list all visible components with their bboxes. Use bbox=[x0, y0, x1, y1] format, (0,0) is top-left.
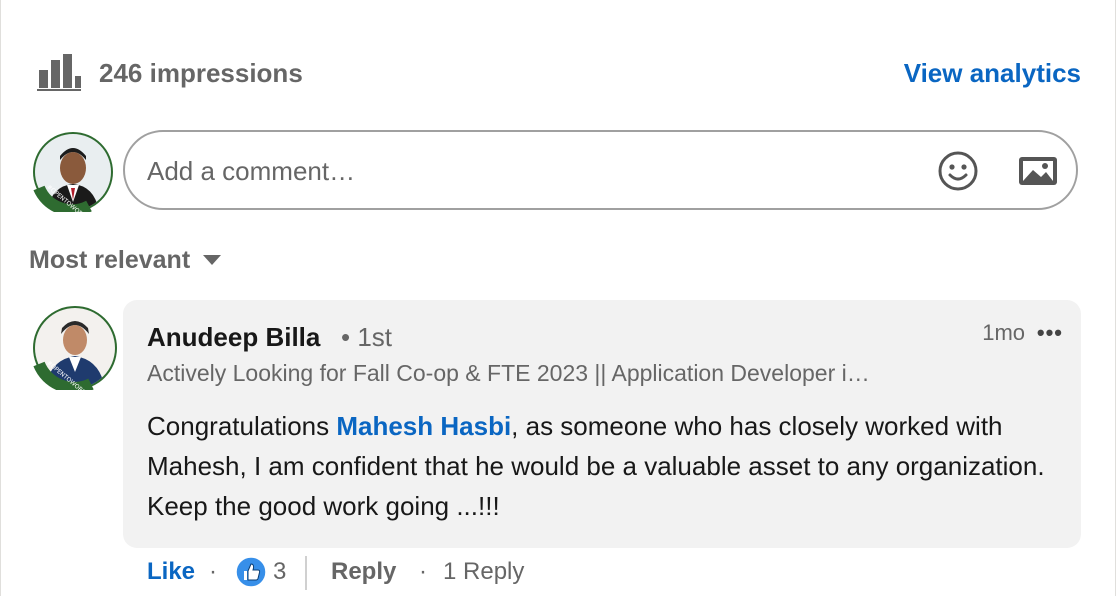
like-button[interactable]: Like bbox=[147, 558, 195, 586]
reply-button[interactable]: Reply bbox=[331, 558, 396, 586]
post-footer-panel: 246 impressions View analytics #OPENTOWO… bbox=[0, 0, 1116, 596]
comment-timestamp: 1mo bbox=[982, 320, 1025, 345]
comment-bubble: Anudeep Billa • 1st 1mo ••• Actively Loo… bbox=[123, 300, 1081, 548]
bar-chart-icon bbox=[37, 54, 81, 91]
reaction-count[interactable]: 3 bbox=[273, 558, 286, 586]
impressions-count: 246 impressions bbox=[99, 58, 303, 88]
thumbs-up-icon bbox=[235, 556, 267, 588]
mention-link[interactable]: Mahesh Hasbi bbox=[336, 411, 511, 441]
smiley-face-icon[interactable] bbox=[937, 150, 979, 192]
author-headline: Actively Looking for Fall Co-op & FTE 20… bbox=[147, 360, 870, 386]
more-options-icon[interactable]: ••• bbox=[1037, 320, 1063, 346]
view-analytics-link[interactable]: View analytics bbox=[904, 58, 1081, 89]
comment-placeholder: Add a comment… bbox=[147, 156, 356, 186]
impressions-row: 246 impressions View analytics bbox=[37, 52, 1081, 96]
sort-comments-dropdown[interactable]: Most relevant bbox=[29, 246, 223, 275]
sort-label: Most relevant bbox=[29, 246, 191, 274]
caret-down-icon bbox=[203, 255, 222, 266]
comment-author-name[interactable]: Anudeep Billa bbox=[147, 322, 320, 353]
comment-text: Congratulations Mahesh Hasbi, as someone… bbox=[147, 406, 1057, 526]
current-user-avatar[interactable]: #OPENTOWORK bbox=[33, 132, 113, 212]
reply-count-link[interactable]: 1 Reply bbox=[443, 558, 524, 586]
comment-text-start: Congratulations bbox=[147, 411, 337, 441]
comment-input[interactable]: Add a comment… bbox=[123, 130, 1078, 210]
commenter-avatar[interactable]: #OPENTOWORK bbox=[33, 306, 117, 390]
separator-dot: · bbox=[419, 558, 427, 585]
separator-dot: · bbox=[209, 558, 217, 585]
action-divider bbox=[305, 556, 307, 590]
connection-degree: • 1st bbox=[341, 322, 393, 352]
image-icon[interactable] bbox=[1017, 150, 1059, 192]
